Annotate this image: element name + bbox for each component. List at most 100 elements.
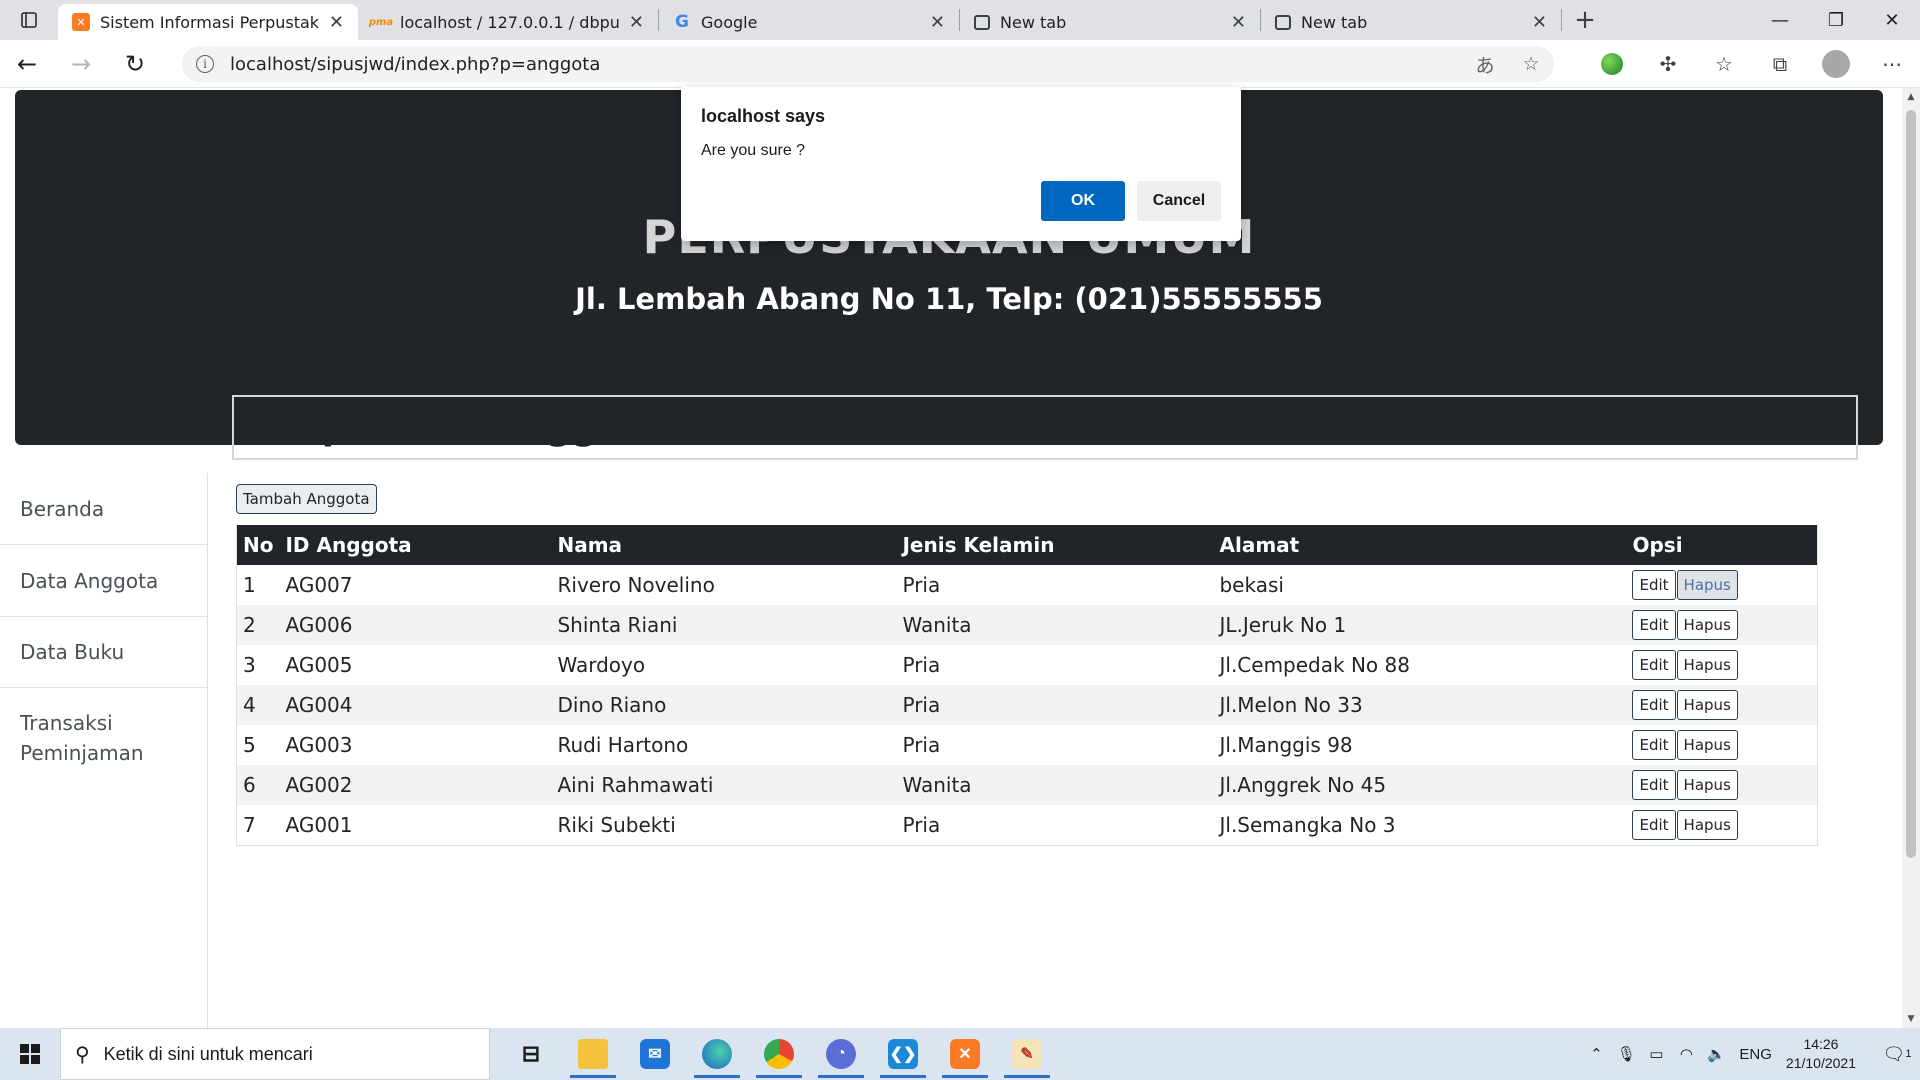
close-icon[interactable]: ✕ xyxy=(629,12,644,33)
close-icon[interactable]: ✕ xyxy=(930,12,945,33)
paint-icon[interactable]: ✎ xyxy=(996,1028,1058,1080)
forward-icon[interactable]: → xyxy=(54,40,108,88)
sidebar: Beranda Data Anggota Data Buku Transaksi… xyxy=(0,473,208,1028)
close-icon[interactable]: ✕ xyxy=(1532,12,1547,33)
cell-opsi: Edit Hapus xyxy=(1626,565,1818,605)
cell-nama: Rudi Hartono xyxy=(551,725,897,765)
more-menu-icon[interactable]: ⋯ xyxy=(1864,40,1920,88)
page-scrollbar[interactable]: ▲ ▼ xyxy=(1902,88,1920,1028)
clock-time: 14:26 xyxy=(1803,1036,1839,1052)
browser-tab-library[interactable]: ✕ Sistem Informasi Perpustakaan ✕ xyxy=(58,4,358,40)
cell-alamat: Jl.Cempedak No 88 xyxy=(1213,645,1627,685)
browser-tab-newtab-2[interactable]: New tab ✕ xyxy=(1261,4,1561,40)
vscode-icon[interactable]: ❮❯ xyxy=(872,1028,934,1080)
cell-gender: Pria xyxy=(896,725,1214,765)
edit-button[interactable]: Edit xyxy=(1632,650,1676,680)
file-explorer-icon[interactable] xyxy=(562,1028,624,1080)
browser-tab-google[interactable]: G Google ✕ xyxy=(659,4,959,40)
delete-button[interactable]: Hapus xyxy=(1676,730,1738,760)
delete-button[interactable]: Hapus xyxy=(1676,570,1738,600)
sidebar-item-data-buku[interactable]: Data Buku xyxy=(0,617,207,688)
extension-globe-icon[interactable] xyxy=(1584,40,1640,88)
reload-icon[interactable]: ↻ xyxy=(108,40,162,88)
address-bar[interactable]: i localhost/sipusjwd/index.php?p=anggota… xyxy=(182,46,1554,82)
task-view-icon[interactable]: ⊟ xyxy=(500,1028,562,1080)
start-windows-icon[interactable] xyxy=(0,1028,60,1080)
sidebar-item-data-anggota[interactable]: Data Anggota xyxy=(0,545,207,617)
xampp-taskbar-icon[interactable]: ✕ xyxy=(934,1028,996,1080)
search-placeholder: Ketik di sini untuk mencari xyxy=(103,1043,313,1064)
volume-icon[interactable]: 🔈 xyxy=(1701,1045,1731,1063)
url-text[interactable]: localhost/sipusjwd/index.php?p=anggota xyxy=(230,54,1462,75)
back-icon[interactable]: ← xyxy=(0,40,54,88)
favorites-icon[interactable]: ☆ xyxy=(1696,40,1752,88)
cell-nama: Riki Subekti xyxy=(551,805,897,845)
tab-actions-icon[interactable] xyxy=(0,0,58,40)
close-icon[interactable]: ✕ xyxy=(1231,12,1246,33)
read-aloud-icon[interactable]: あ xyxy=(1462,51,1508,78)
cell-no: 5 xyxy=(236,725,280,765)
microphone-icon[interactable]: 🎙 xyxy=(1611,1045,1641,1063)
new-tab-icon xyxy=(974,14,990,30)
browser-tab-newtab-1[interactable]: New tab ✕ xyxy=(960,4,1260,40)
cell-id: AG003 xyxy=(279,725,552,765)
edit-button[interactable]: Edit xyxy=(1632,570,1676,600)
ok-button[interactable]: OK xyxy=(1041,181,1125,221)
chrome-icon[interactable] xyxy=(748,1028,810,1080)
google-icon: G xyxy=(675,12,689,32)
scrollbar-thumb[interactable] xyxy=(1906,110,1916,858)
add-favorite-icon[interactable]: ☆ xyxy=(1508,53,1554,75)
column-header-id: ID Anggota xyxy=(279,525,552,565)
windows-taskbar: ⚲ Ketik di sini untuk mencari ⊟ ✉ ◔ ❮❯ ✕… xyxy=(0,1028,1920,1080)
sidebar-item-transaksi[interactable]: Transaksi Peminjaman xyxy=(0,688,150,788)
minimize-icon[interactable]: — xyxy=(1752,0,1808,40)
close-icon[interactable]: ✕ xyxy=(329,12,344,33)
delete-button[interactable]: Hapus xyxy=(1676,809,1738,840)
edit-button[interactable]: Edit xyxy=(1632,770,1676,800)
column-header-alamat: Alamat xyxy=(1213,525,1627,565)
edit-button[interactable]: Edit xyxy=(1632,730,1676,760)
tab-label: New tab xyxy=(1301,12,1368,32)
edit-button[interactable]: Edit xyxy=(1632,690,1676,720)
chat-app-icon[interactable]: ◔ xyxy=(810,1028,872,1080)
edit-button[interactable]: Edit xyxy=(1632,610,1676,640)
chevron-up-icon[interactable]: ⌃ xyxy=(1581,1045,1611,1063)
mail-icon[interactable]: ✉ xyxy=(624,1028,686,1080)
battery-icon[interactable]: ▭ xyxy=(1641,1045,1671,1063)
cell-gender: Pria xyxy=(896,805,1214,845)
delete-button[interactable]: Hapus xyxy=(1676,650,1738,680)
library-address: Jl. Lembah Abang No 11, Telp: (021)55555… xyxy=(575,282,1323,316)
sidebar-item-beranda[interactable]: Beranda xyxy=(0,473,207,545)
add-member-button[interactable]: Tambah Anggota xyxy=(236,484,377,514)
wifi-icon[interactable]: ◠ xyxy=(1671,1045,1701,1063)
cancel-button[interactable]: Cancel xyxy=(1137,181,1221,221)
tab-label: Sistem Informasi Perpustakaan xyxy=(100,12,319,32)
cell-no: 6 xyxy=(236,765,280,805)
close-window-icon[interactable]: ✕ xyxy=(1864,0,1920,40)
clock[interactable]: 14:26 21/10/2021 xyxy=(1786,1035,1856,1073)
delete-button[interactable]: Hapus xyxy=(1676,610,1738,640)
cell-gender: Pria xyxy=(896,685,1214,725)
browser-tab-phpmyadmin[interactable]: pma localhost / 127.0.0.1 / dbpus / tb ✕ xyxy=(358,4,658,40)
cell-no: 7 xyxy=(236,805,280,845)
cell-nama: Shinta Riani xyxy=(551,605,897,645)
cell-gender: Pria xyxy=(896,645,1214,685)
new-tab-plus-icon[interactable]: + xyxy=(1562,0,1608,40)
taskbar-apps: ⊟ ✉ ◔ ❮❯ ✕ ✎ xyxy=(500,1028,1058,1080)
profile-avatar[interactable] xyxy=(1808,40,1864,88)
scroll-up-icon[interactable]: ▲ xyxy=(1902,88,1920,106)
delete-button[interactable]: Hapus xyxy=(1676,690,1738,720)
edit-button[interactable]: Edit xyxy=(1632,809,1676,840)
language-indicator[interactable]: ENG xyxy=(1739,1046,1772,1063)
site-info-icon[interactable]: i xyxy=(196,55,214,73)
xampp-icon: ✕ xyxy=(72,13,90,31)
taskbar-search[interactable]: ⚲ Ketik di sini untuk mencari xyxy=(60,1028,490,1080)
scroll-down-icon[interactable]: ▼ xyxy=(1902,1010,1920,1028)
delete-button[interactable]: Hapus xyxy=(1676,770,1738,800)
search-icon: ⚲ xyxy=(75,1043,90,1066)
extensions-puzzle-icon[interactable]: ✣ xyxy=(1640,40,1696,88)
collections-icon[interactable]: ⧉ xyxy=(1752,40,1808,88)
edge-icon[interactable] xyxy=(686,1028,748,1080)
notification-icon[interactable]: 🗨 1 xyxy=(1874,1028,1920,1080)
maximize-icon[interactable]: ❐ xyxy=(1808,0,1864,40)
